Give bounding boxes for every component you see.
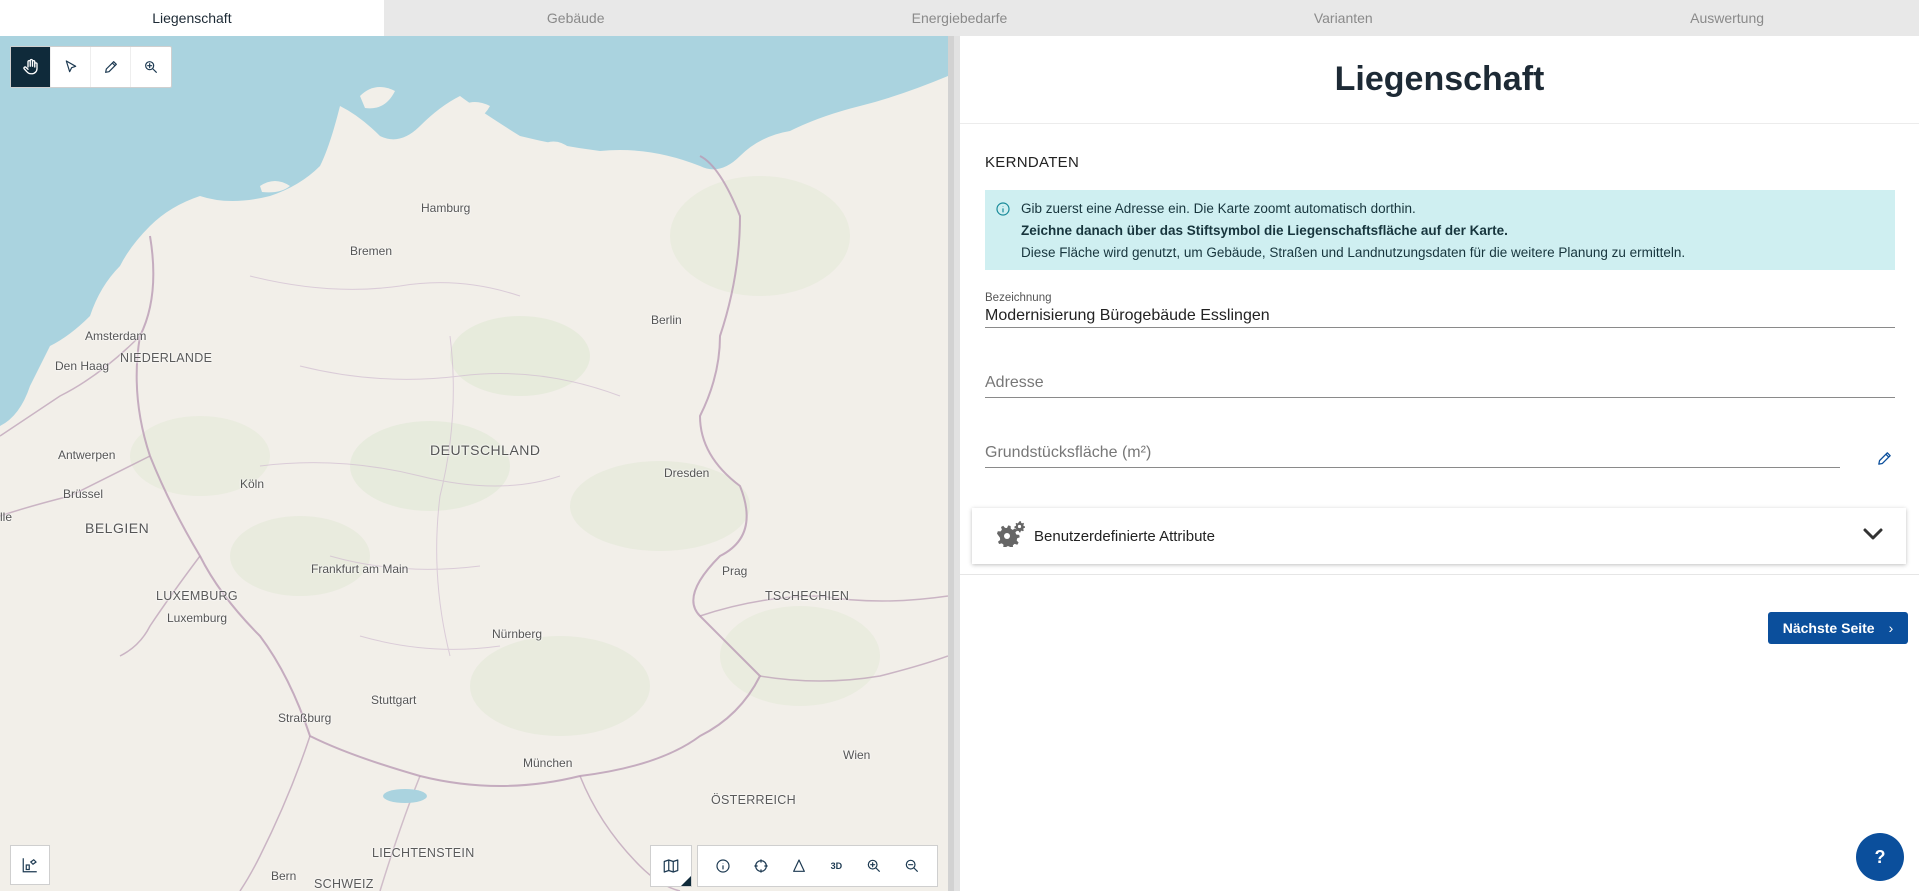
map-label-bruessel: Brüssel (63, 487, 104, 501)
info-circle-icon (995, 201, 1011, 224)
custom-attributes-accordion[interactable]: Benutzerdefinierte Attribute (972, 508, 1906, 564)
crosshair-icon[interactable] (746, 851, 776, 881)
hand-icon[interactable] (11, 47, 51, 87)
map-label-luxemburg-country: LUXEMBURG (156, 589, 238, 603)
map-label-stuttgart: Stuttgart (371, 693, 417, 707)
layers-chart-icon (22, 858, 37, 873)
map-label-amsterdam: Amsterdam (85, 329, 147, 343)
map-label-den-haag: Den Haag (55, 359, 110, 373)
map-label-schweiz: SCHWEIZ (314, 877, 374, 891)
map-label-deutschland: DEUTSCHLAND (430, 442, 541, 458)
grundstuecksflaeche-input[interactable]: Grundstücksfläche (m²) (985, 438, 1840, 468)
grundstuecksflaeche-field[interactable]: Grundstücksfläche (m²) (985, 438, 1840, 468)
info-banner: Gib zuerst eine Adresse ein. Die Karte z… (985, 190, 1895, 270)
map-label-antwerpen: Antwerpen (58, 448, 116, 462)
bezeichnung-field[interactable]: Bezeichnung Modernisierung Bürogebäude E… (985, 292, 1895, 328)
map-basemap (0, 36, 948, 891)
divider (960, 574, 1919, 575)
map-label-wien: Wien (843, 748, 871, 762)
next-page-label: Nächste Seite (1782, 620, 1875, 636)
map-label-frankfurt: Frankfurt am Main (311, 562, 409, 576)
map-label-bern: Bern (271, 869, 297, 883)
section-heading-kerndaten: KERNDATEN (985, 154, 1080, 171)
legend-button[interactable] (10, 845, 50, 885)
info-line-2: Zeichne danach über das Stiftsymbol die … (1021, 223, 1508, 238)
chevron-right-icon: › (1888, 620, 1894, 636)
adresse-field[interactable]: Adresse (985, 368, 1895, 398)
corner-triangle-icon (681, 876, 691, 886)
map-tool-group (10, 46, 172, 88)
tab-auswertung[interactable]: Auswertung (1535, 0, 1919, 36)
chevron-down-icon (1862, 527, 1884, 546)
map-label-oesterreich: ÖSTERREICH (711, 793, 796, 807)
map-label-prag: Prag (722, 564, 748, 578)
map-label-lille-fragment: lle (0, 510, 13, 524)
edit-pencil-icon[interactable] (1872, 446, 1896, 470)
map-label-bremen: Bremen (350, 244, 393, 258)
panel-splitter[interactable] (948, 36, 960, 891)
tab-energiebedarfe[interactable]: Energiebedarfe (768, 0, 1152, 36)
map-bottom-toolbar: 3D (697, 845, 938, 887)
map-view[interactable]: Hamburg Bremen Berlin Amsterdam Den Haag… (0, 36, 948, 891)
help-button[interactable]: ? (1856, 833, 1904, 881)
map-label-muenchen: München (523, 756, 573, 770)
custom-attributes-label: Benutzerdefinierte Attribute (1034, 527, 1215, 545)
splitter-grip[interactable] (948, 36, 954, 891)
pointer-icon[interactable] (51, 47, 91, 87)
map-icon (663, 859, 679, 873)
map-label-strassburg: Straßburg (278, 711, 332, 725)
top-tab-bar: Liegenschaft Gebäude Energiebedarfe Vari… (0, 0, 1919, 36)
adresse-input[interactable]: Adresse (985, 368, 1895, 398)
3d-icon[interactable]: 3D (821, 851, 851, 881)
gears-icon (996, 520, 1026, 552)
bezeichnung-label: Bezeichnung (985, 292, 1052, 304)
zoom-in-icon[interactable] (859, 851, 889, 881)
map-label-luxemburg-city: Luxemburg (167, 611, 228, 625)
map-label-hamburg: Hamburg (421, 201, 471, 215)
basemap-button[interactable] (650, 845, 692, 887)
info-line-3: Diese Fläche wird genutzt, um Gebäude, S… (1021, 245, 1686, 260)
info-line-1: Gib zuerst eine Adresse ein. Die Karte z… (1021, 201, 1416, 216)
measure-icon[interactable] (784, 851, 814, 881)
map-label-liechtenstein: LIECHTENSTEIN (372, 846, 475, 860)
next-page-button[interactable]: Nächste Seite › (1768, 612, 1908, 644)
map-label-berlin: Berlin (651, 313, 682, 327)
map-label-nuernberg: Nürnberg (492, 627, 543, 641)
bezeichnung-input[interactable]: Modernisierung Bürogebäude Esslingen (985, 304, 1895, 328)
map-label-tschechien: TSCHECHIEN (765, 589, 850, 603)
pencil-icon[interactable] (91, 47, 131, 87)
zoom-out-icon[interactable] (897, 851, 927, 881)
form-panel: Liegenschaft KERNDATEN Gib zuerst eine A… (960, 36, 1919, 891)
info-icon[interactable] (708, 851, 738, 881)
map-label-niederlande: NIEDERLANDE (120, 351, 213, 365)
map-label-dresden: Dresden (664, 466, 710, 480)
tab-liegenschaft[interactable]: Liegenschaft (0, 0, 384, 36)
page-title: Liegenschaft (960, 36, 1919, 124)
map-label-belgien: BELGIEN (85, 520, 150, 536)
tab-gebaeude[interactable]: Gebäude (384, 0, 768, 36)
zoom-search-icon[interactable] (131, 47, 171, 87)
tab-varianten[interactable]: Varianten (1151, 0, 1535, 36)
map-label-koeln: Köln (240, 477, 265, 491)
